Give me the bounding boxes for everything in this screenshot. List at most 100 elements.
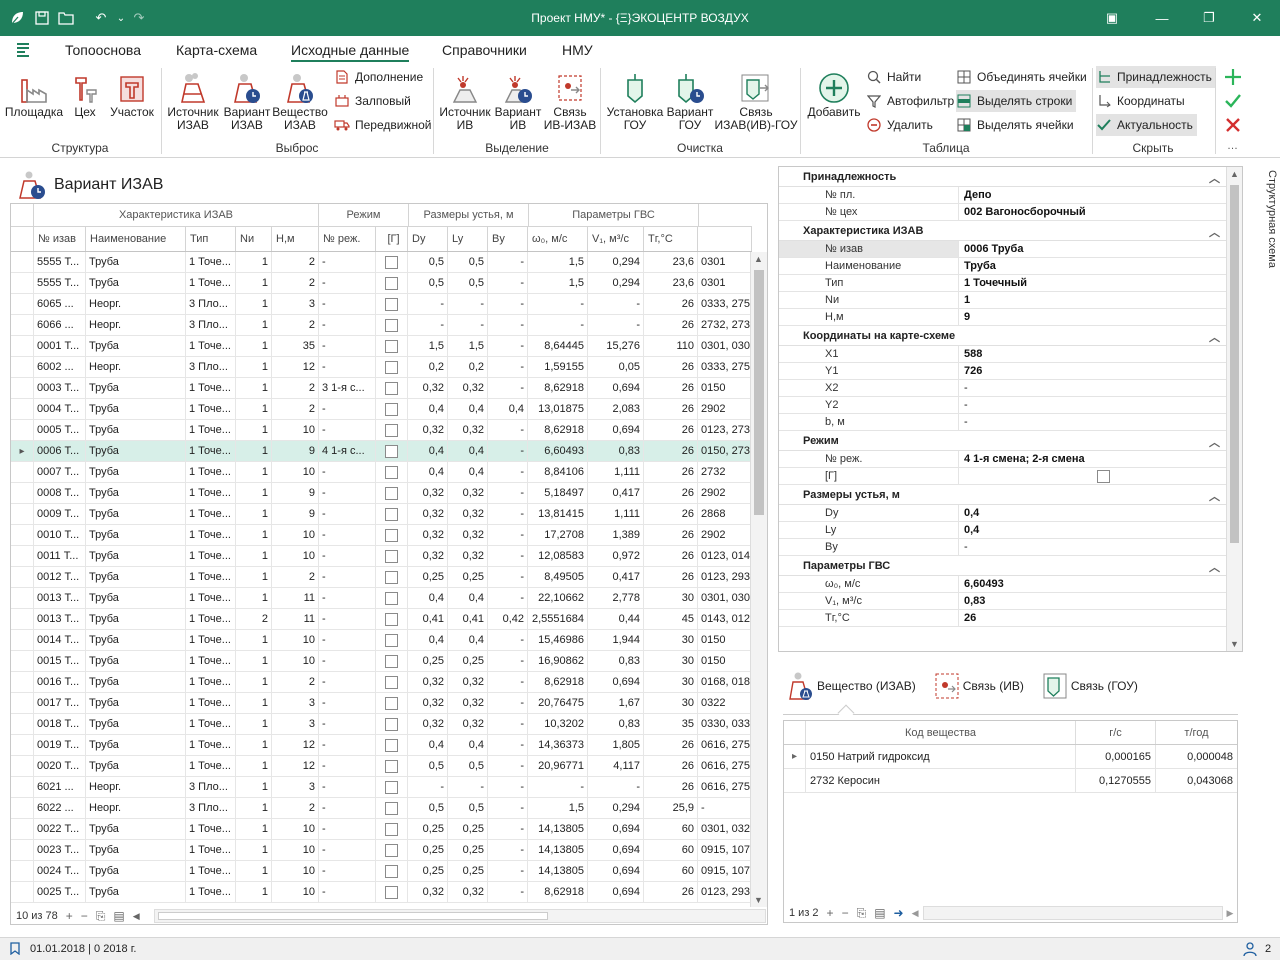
- table-cell[interactable]: 0,4: [448, 441, 488, 461]
- table-cell[interactable]: 0,32: [448, 672, 488, 692]
- table-cell[interactable]: -: [319, 336, 376, 356]
- checkbox[interactable]: [385, 591, 398, 605]
- checkbox-cell[interactable]: [376, 504, 408, 524]
- substance-izav-button[interactable]: Вещество ИЗАВ: [272, 70, 328, 132]
- table-cell[interactable]: -: [528, 315, 588, 335]
- table-cell[interactable]: 8,62918: [528, 882, 588, 902]
- table-cell[interactable]: 35: [272, 336, 319, 356]
- table-row[interactable]: 0007 Т... Труба 1 Точе... 1 10-0,4 0,4-8,8410…: [11, 462, 752, 483]
- table-cell[interactable]: 45: [644, 609, 698, 629]
- table-cell[interactable]: 0,4: [408, 588, 448, 608]
- table-cell[interactable]: 0,417: [588, 567, 644, 587]
- tab-substance-izav[interactable]: Вещество (ИЗАВ): [788, 671, 916, 701]
- table-cell[interactable]: 0,1270555: [1076, 769, 1156, 792]
- table-cell[interactable]: -: [588, 315, 644, 335]
- table-cell[interactable]: 26: [644, 462, 698, 482]
- table-cell[interactable]: 25,9: [644, 798, 698, 818]
- table-cell[interactable]: 8,62918: [528, 420, 588, 440]
- table-cell[interactable]: 1: [236, 735, 272, 755]
- table-cell[interactable]: -: [488, 567, 528, 587]
- copy-icon[interactable]: ⎘: [96, 909, 106, 924]
- table-cell[interactable]: 0,32: [408, 525, 448, 545]
- select-cells-button[interactable]: Выделять ячейки: [956, 114, 1074, 136]
- column-header[interactable]: Тг,°С: [644, 227, 698, 251]
- table-cell[interactable]: 5,18497: [528, 483, 588, 503]
- navigate-icon[interactable]: ➜: [894, 906, 904, 920]
- column-header[interactable]: V₁, м³/с: [588, 227, 644, 251]
- table-cell[interactable]: 2: [272, 672, 319, 692]
- table-cell[interactable]: 0,4: [448, 399, 488, 419]
- table-cell[interactable]: 0915, 107: [698, 840, 752, 860]
- property-row[interactable]: Nи 1: [779, 292, 1242, 309]
- table-cell[interactable]: 26: [644, 735, 698, 755]
- table-cell[interactable]: 1 Точе...: [186, 483, 236, 503]
- table-cell[interactable]: 0,32: [408, 882, 448, 902]
- property-row[interactable]: № пл. Депо: [779, 187, 1242, 204]
- collapse-chevron-icon[interactable]: ︿: [1209, 224, 1220, 240]
- table-cell[interactable]: 15,276: [588, 336, 644, 356]
- table-cell[interactable]: Труба: [86, 525, 186, 545]
- table-cell[interactable]: 1: [236, 567, 272, 587]
- table-cell[interactable]: 0017 Т...: [34, 693, 86, 713]
- table-cell[interactable]: 0,25: [448, 861, 488, 881]
- table-row[interactable]: 6021 ... Неорг. 3 Пло... 1 3- - - - - -26 0616, 27…: [11, 777, 752, 798]
- table-cell[interactable]: 26: [644, 567, 698, 587]
- table-cell[interactable]: 0,000048: [1156, 745, 1237, 768]
- table-cell[interactable]: -: [488, 588, 528, 608]
- table-cell[interactable]: 1 Точе...: [186, 819, 236, 839]
- scroll-down-icon[interactable]: ▼: [754, 895, 763, 905]
- table-cell[interactable]: 23,6: [644, 273, 698, 293]
- table-row[interactable]: 0022 Т... Труба 1 Точе... 1 10-0,25 0,25-14,1…: [11, 819, 752, 840]
- table-cell[interactable]: 1: [236, 420, 272, 440]
- table-cell[interactable]: -: [319, 756, 376, 776]
- table-cell[interactable]: 35: [644, 714, 698, 734]
- collapse-chevron-icon[interactable]: ︿: [1209, 488, 1220, 504]
- checkbox[interactable]: [385, 507, 398, 521]
- table-cell[interactable]: 0007 Т...: [34, 462, 86, 482]
- add-record-icon[interactable]: +: [827, 906, 834, 920]
- checkbox[interactable]: [385, 843, 398, 857]
- table-row[interactable]: 0023 Т... Труба 1 Точе... 1 10-0,25 0,25-14,1…: [11, 840, 752, 861]
- table-row[interactable]: 0011 Т... Труба 1 Точе... 1 10-0,32 0,32-12,0…: [11, 546, 752, 567]
- checkbox[interactable]: [385, 402, 398, 416]
- tab-link-iv[interactable]: Связь (ИВ): [934, 671, 1024, 701]
- find-button[interactable]: Найти: [866, 66, 921, 88]
- table-cell[interactable]: 23,6: [644, 252, 698, 272]
- table-cell[interactable]: 1 Точе...: [186, 756, 236, 776]
- table-cell[interactable]: Труба: [86, 672, 186, 692]
- table-cell[interactable]: -: [488, 273, 528, 293]
- table-cell[interactable]: 0,5: [448, 273, 488, 293]
- table-row[interactable]: 0019 Т... Труба 1 Точе... 1 12-0,4 0,4-14,363…: [11, 735, 752, 756]
- collapse-chevron-icon[interactable]: ︿: [1209, 434, 1220, 450]
- property-value[interactable]: 0,83: [959, 593, 1242, 609]
- table-cell[interactable]: 0,5: [448, 756, 488, 776]
- table-cell[interactable]: 1 Точе...: [186, 588, 236, 608]
- table-row[interactable]: 0016 Т... Труба 1 Точе... 1 2-0,32 0,32-8,629…: [11, 672, 752, 693]
- table-cell[interactable]: Труба: [86, 882, 186, 902]
- checkbox-cell[interactable]: [376, 714, 408, 734]
- property-value[interactable]: 1 Точечный: [959, 275, 1242, 291]
- property-row[interactable]: [Г]: [779, 468, 1242, 485]
- table-cell[interactable]: 20,76475: [528, 693, 588, 713]
- table-cell[interactable]: 2,778: [588, 588, 644, 608]
- table-cell[interactable]: 8,49505: [528, 567, 588, 587]
- table-cell[interactable]: 3: [272, 294, 319, 314]
- checkbox[interactable]: [385, 528, 398, 542]
- column-header[interactable]: [698, 227, 752, 251]
- table-cell[interactable]: 1: [236, 714, 272, 734]
- table-cell[interactable]: Труба: [86, 693, 186, 713]
- area-button[interactable]: Площадка: [4, 70, 64, 119]
- checkbox-cell[interactable]: [376, 378, 408, 398]
- table-cell[interactable]: 1: [236, 273, 272, 293]
- checkbox-cell[interactable]: [376, 609, 408, 629]
- property-row[interactable]: X2-: [779, 380, 1242, 397]
- table-cell[interactable]: 0,000165: [1076, 745, 1156, 768]
- property-section-header[interactable]: Характеристика ИЗАВ ︿: [779, 221, 1242, 241]
- property-value[interactable]: 0,4: [959, 505, 1242, 521]
- table-cell[interactable]: 0006 Т...: [34, 441, 86, 461]
- property-row[interactable]: Ly 0,4: [779, 522, 1242, 539]
- table-cell[interactable]: 1 Точе...: [186, 378, 236, 398]
- close-button[interactable]: ✕: [1242, 6, 1272, 30]
- checkbox-cell[interactable]: [376, 777, 408, 797]
- table-cell[interactable]: 26: [644, 756, 698, 776]
